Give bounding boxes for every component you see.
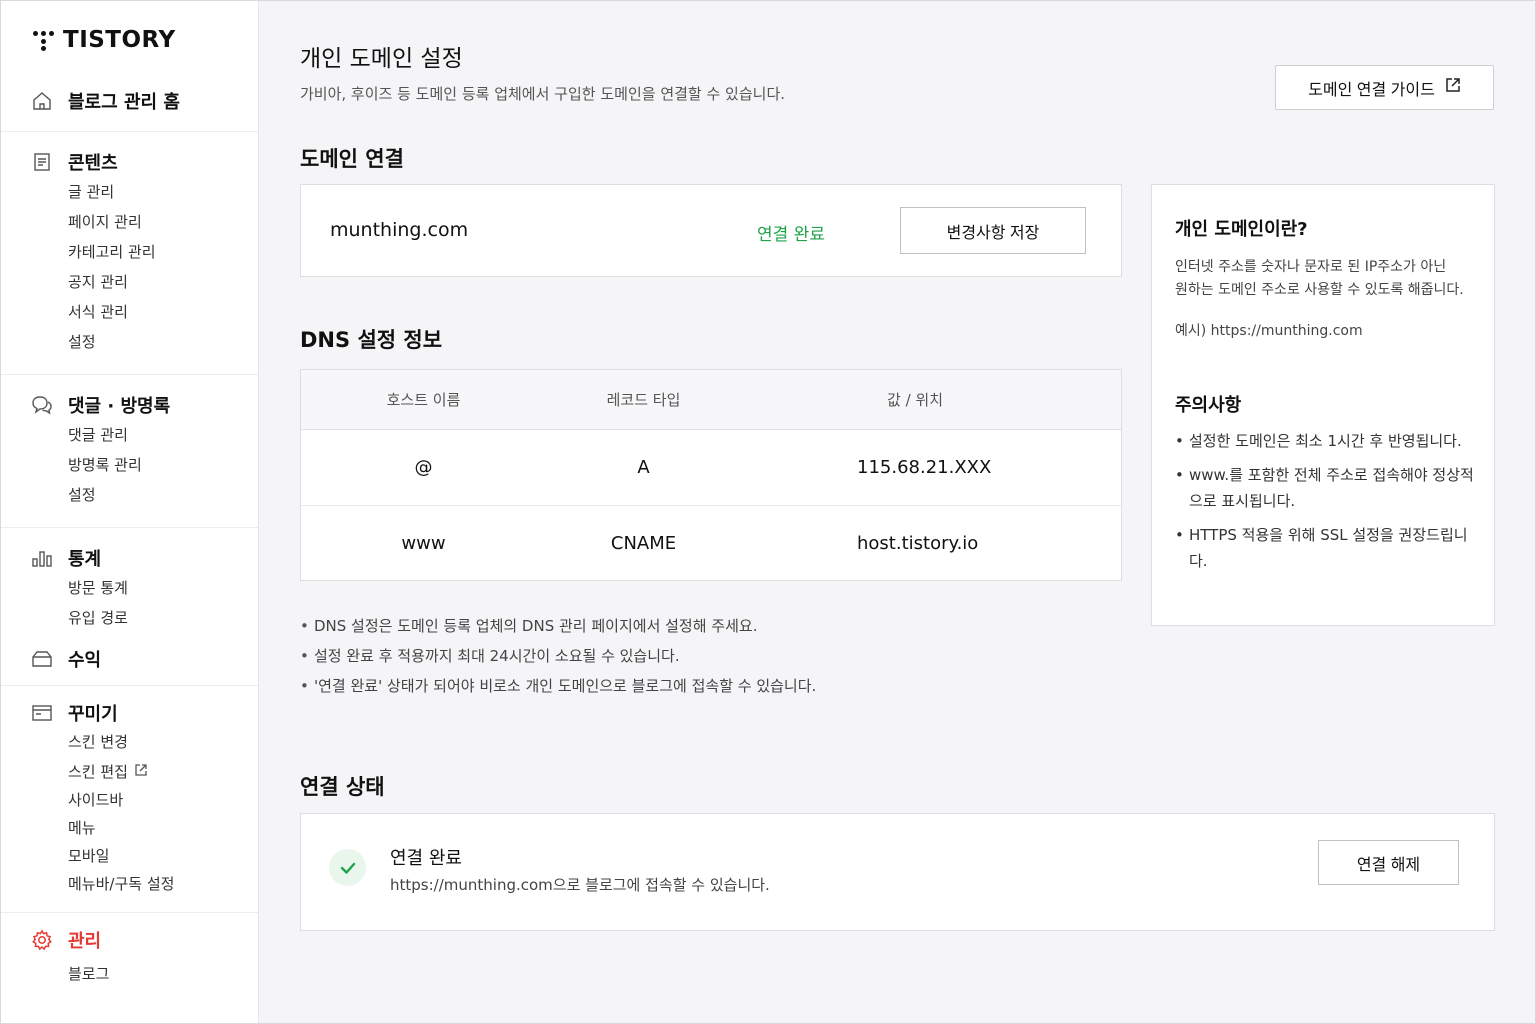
caution-list: 설정한 도메인은 최소 1시간 후 반영됩니다. www.를 포함한 전체 주소… bbox=[1175, 428, 1485, 582]
sidebar-item-mobile[interactable]: 모바일 bbox=[1, 842, 258, 870]
dns-table: 호스트 이름 레코드 타입 값 / 위치 @ A 115.68.21.XXX w… bbox=[301, 370, 1121, 581]
table-header-row: 호스트 이름 레코드 타입 값 / 위치 bbox=[301, 370, 1121, 430]
domain-status: 연결 완료 bbox=[757, 225, 825, 245]
info-card: 개인 도메인이란? 인터넷 주소를 숫자나 문자로 된 IP주소가 아닌 원하는… bbox=[1151, 184, 1495, 626]
cell-record-type: CNAME bbox=[610, 532, 677, 554]
sidebar-item-notices[interactable]: 공지 관리 bbox=[1, 267, 258, 297]
nav-group-stats: 통계 방문 통계 유입 경로 bbox=[1, 527, 258, 633]
chart-icon bbox=[31, 547, 53, 569]
nav-group-revenue: 수익 bbox=[1, 644, 258, 674]
sidebar-item-categories[interactable]: 카테고리 관리 bbox=[1, 237, 258, 267]
sidebar-item-visit-stats[interactable]: 방문 통계 bbox=[1, 573, 258, 603]
cell-value: 115.68.21.XXX bbox=[741, 429, 1121, 506]
external-link-icon bbox=[1445, 77, 1461, 98]
info-example: 예시) https://munthing.com bbox=[1175, 323, 1363, 339]
column-header-host: 호스트 이름 bbox=[301, 370, 546, 430]
sidebar-item-posts[interactable]: 글 관리 bbox=[1, 177, 258, 207]
sidebar-item-sidebar[interactable]: 사이드바 bbox=[1, 786, 258, 814]
domain-card: munthing.com 연결 완료 변경사항 저장 bbox=[300, 184, 1122, 277]
comment-icon bbox=[31, 394, 53, 416]
home-icon bbox=[31, 90, 53, 112]
save-changes-button[interactable]: 변경사항 저장 bbox=[900, 207, 1086, 254]
info-title: 개인 도메인이란? bbox=[1175, 219, 1308, 240]
main-content: 개인 도메인 설정 가비아, 후이즈 등 도메인 등록 업체에서 구입한 도메인… bbox=[259, 1, 1535, 1023]
sidebar-item-referrers[interactable]: 유입 경로 bbox=[1, 603, 258, 633]
sidebar-group-label: 댓글 · 방명록 bbox=[68, 396, 171, 417]
connection-section-title: 연결 상태 bbox=[300, 775, 385, 799]
dns-section-title: DNS 설정 정보 bbox=[300, 328, 443, 352]
page-description: 가비아, 후이즈 등 도메인 등록 업체에서 구입한 도메인을 연결할 수 있습… bbox=[300, 85, 786, 103]
note-item: 설정 완료 후 적용까지 최대 24시간이 소요될 수 있습니다. bbox=[300, 645, 816, 675]
caution-title: 주의사항 bbox=[1175, 395, 1242, 416]
sidebar-group-label: 관리 bbox=[68, 931, 102, 952]
note-item: DNS 설정은 도메인 등록 업체의 DNS 관리 페이지에서 설정해 주세요. bbox=[300, 615, 816, 645]
page-title: 개인 도메인 설정 bbox=[300, 46, 463, 72]
sidebar-item-guestbook[interactable]: 방명록 관리 bbox=[1, 450, 258, 480]
domain-section-title: 도메인 연결 bbox=[300, 147, 404, 171]
domain-guide-button[interactable]: 도메인 연결 가이드 bbox=[1275, 65, 1494, 110]
external-link-icon bbox=[134, 757, 148, 787]
layout-icon bbox=[31, 702, 53, 724]
sidebar-item-skin-edit[interactable]: 스킨 편집 bbox=[1, 757, 258, 786]
nav-group-manage: 관리 블로그 bbox=[1, 912, 258, 989]
disconnect-button[interactable]: 연결 해제 bbox=[1318, 840, 1459, 885]
column-header-record-type: 레코드 타입 bbox=[546, 370, 741, 430]
connection-status-description: https://munthing.com으로 블로그에 접속할 수 있습니다. bbox=[390, 876, 770, 894]
sidebar-item-menubar[interactable]: 메뉴바/구독 설정 bbox=[1, 870, 258, 898]
sidebar-item-label: 스킨 편집 bbox=[68, 762, 128, 781]
cell-value: host.tistory.io bbox=[857, 532, 979, 554]
document-icon bbox=[31, 151, 53, 173]
cell-record-type: A bbox=[546, 429, 741, 506]
column-header-value: 값 / 위치 bbox=[741, 370, 1121, 430]
sidebar-item-templates[interactable]: 서식 관리 bbox=[1, 297, 258, 327]
cell-host: www bbox=[401, 532, 446, 554]
sidebar-item-comment-settings[interactable]: 설정 bbox=[1, 480, 258, 510]
connection-status-title: 연결 완료 bbox=[390, 848, 462, 869]
note-item: '연결 완료' 상태가 되어야 비로소 개인 도메인으로 블로그에 접속할 수 … bbox=[300, 675, 816, 705]
sidebar-item-home-label: 블로그 관리 홈 bbox=[68, 92, 180, 113]
sidebar-group-comments[interactable]: 댓글 · 방명록 bbox=[1, 390, 258, 420]
sidebar-item-blog[interactable]: 블로그 bbox=[1, 959, 258, 989]
sidebar-group-design[interactable]: 꾸미기 bbox=[1, 698, 258, 728]
sidebar-item-pages[interactable]: 페이지 관리 bbox=[1, 207, 258, 237]
info-text-line1: 인터넷 주소를 숫자나 문자로 된 IP주소가 아닌 bbox=[1175, 259, 1447, 275]
sidebar-item-content-settings[interactable]: 설정 bbox=[1, 327, 258, 357]
sidebar-item-home[interactable]: 블로그 관리 홈 bbox=[1, 86, 258, 116]
sidebar-group-contents[interactable]: 콘텐츠 bbox=[1, 147, 258, 177]
sidebar-group-label: 수익 bbox=[68, 650, 102, 671]
logo-text: TISTORY bbox=[63, 27, 176, 53]
guide-button-label: 도메인 연결 가이드 bbox=[1308, 81, 1435, 99]
tistory-logo[interactable]: TISTORY bbox=[33, 27, 176, 53]
nav-group-design: 꾸미기 스킨 변경 스킨 편집 사이드바 메뉴 모바일 메뉴바/구독 설정 bbox=[1, 685, 258, 898]
check-icon bbox=[329, 849, 366, 886]
caution-item: www.를 포함한 전체 주소로 접속해야 정상적으로 표시됩니다. bbox=[1175, 462, 1485, 514]
nav-home: 블로그 관리 홈 bbox=[1, 86, 258, 116]
sidebar-item-skin-change[interactable]: 스킨 변경 bbox=[1, 728, 258, 757]
sidebar-item-comments[interactable]: 댓글 관리 bbox=[1, 420, 258, 450]
sidebar-group-label: 콘텐츠 bbox=[68, 153, 118, 174]
sidebar-item-menu[interactable]: 메뉴 bbox=[1, 814, 258, 842]
table-row: @ A 115.68.21.XXX bbox=[301, 429, 1121, 506]
sidebar-group-stats[interactable]: 통계 bbox=[1, 543, 258, 573]
domain-name: munthing.com bbox=[330, 219, 469, 241]
connection-status-card: 연결 완료 https://munthing.com으로 블로그에 접속할 수 … bbox=[300, 813, 1495, 931]
nav-group-contents: 콘텐츠 글 관리 페이지 관리 카테고리 관리 공지 관리 서식 관리 설정 bbox=[1, 131, 258, 357]
caution-item: 설정한 도메인은 최소 1시간 후 반영됩니다. bbox=[1175, 428, 1485, 454]
sidebar-group-revenue[interactable]: 수익 bbox=[1, 644, 258, 674]
wallet-icon bbox=[31, 648, 53, 670]
nav-group-comments: 댓글 · 방명록 댓글 관리 방명록 관리 설정 bbox=[1, 374, 258, 510]
caution-item: HTTPS 적용을 위해 SSL 설정을 권장드립니다. bbox=[1175, 522, 1485, 574]
dns-notes: DNS 설정은 도메인 등록 업체의 DNS 관리 페이지에서 설정해 주세요.… bbox=[300, 615, 816, 705]
sidebar-group-label: 꾸미기 bbox=[68, 704, 118, 725]
gear-icon bbox=[31, 929, 53, 951]
info-text-line2: 원하는 도메인 주소로 사용할 수 있도록 해줍니다. bbox=[1175, 282, 1464, 298]
sidebar-group-manage[interactable]: 관리 bbox=[1, 925, 258, 955]
cell-host: @ bbox=[301, 429, 546, 506]
dns-table-card: 호스트 이름 레코드 타입 값 / 위치 @ A 115.68.21.XXX w… bbox=[300, 369, 1122, 581]
sidebar: TISTORY 블로그 관리 홈 콘텐츠 글 관리 페이지 관리 카테고리 관리… bbox=[1, 1, 259, 1023]
table-row: www CNAME host.tistory.io bbox=[301, 505, 1121, 581]
tistory-logo-mark-icon bbox=[33, 29, 55, 51]
sidebar-group-label: 통계 bbox=[68, 549, 102, 570]
